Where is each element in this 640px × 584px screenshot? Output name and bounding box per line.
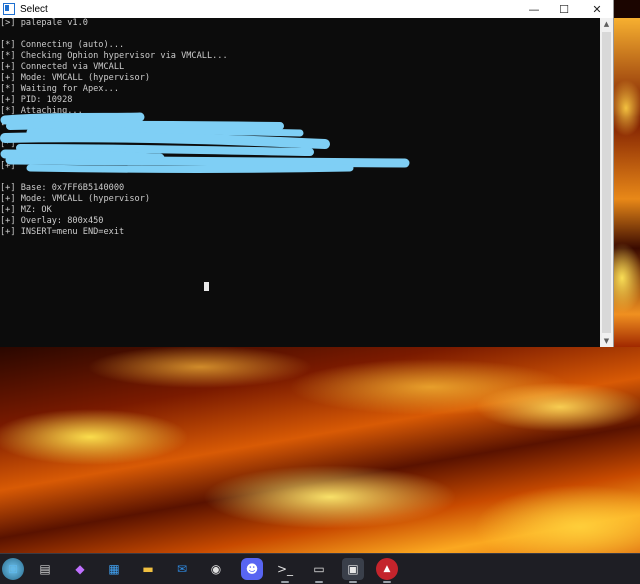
console-line: [*] Connecting (auto)...	[0, 40, 125, 50]
console-window[interactable]: Select — ☐ ✕ [>] palepale v1.0 [*] Connec…	[0, 0, 614, 347]
game-icon[interactable]: ▲	[376, 558, 398, 583]
text-cursor	[204, 282, 209, 291]
file-explorer-glyph: ▬	[142, 562, 154, 576]
file-explorer-icon[interactable]: ▬	[137, 558, 159, 580]
terminal-glyph: >_	[276, 562, 294, 576]
copilot-icon[interactable]: ◆	[69, 558, 91, 580]
console-line: [+] Connected via VMCALL	[0, 62, 125, 72]
console-app-icon	[3, 3, 15, 15]
console-line: [+] INSERT=menu END=exit	[0, 227, 125, 237]
console-line: [*] Checking Ophion hypervisor via VMCAL…	[0, 51, 228, 61]
app-window-glyph: ▣	[347, 562, 359, 576]
terminal-icon[interactable]: >_	[274, 558, 296, 583]
mail-glyph: ✉	[176, 562, 188, 576]
desktop-wallpaper-edge	[612, 18, 640, 347]
scrollbar-thumb[interactable]	[602, 32, 611, 333]
obs-icon[interactable]: ◉	[205, 558, 227, 580]
minimize-button[interactable]: —	[517, 0, 551, 18]
console-glyph: ▭	[313, 562, 325, 576]
console-line: [>] palepale v1.0	[0, 18, 88, 28]
console-line: [+] Mode: VMCALL (hypervisor)	[0, 194, 151, 204]
close-button[interactable]: ✕	[580, 0, 614, 18]
vertical-scrollbar[interactable]: ▲ ▼	[600, 18, 613, 347]
console-line: [+] Mode: VMCALL (hypervisor)	[0, 73, 151, 83]
store-glyph: ▦	[108, 562, 120, 576]
title-bar[interactable]: Select — ☐ ✕	[0, 0, 613, 18]
game-glyph: ▲	[383, 564, 391, 574]
start-glyph: ⊞	[7, 562, 19, 576]
obs-glyph: ◉	[210, 562, 222, 576]
console-line: [+] Base: 0x7FF6B5140000	[0, 183, 125, 193]
app-window-icon[interactable]: ▣	[342, 558, 364, 583]
desktop-wallpaper	[0, 347, 640, 553]
console-line: [+] MZ: OK	[0, 205, 52, 215]
copilot-glyph: ◆	[75, 562, 85, 576]
store-icon[interactable]: ▦	[103, 558, 125, 580]
scroll-up-arrow-icon[interactable]: ▲	[600, 18, 613, 30]
taskbar: ⊞ ▤ ◆ ▦ ▬ ✉ ◉ ☻ >_ ▭ ▣ ▲	[0, 553, 640, 584]
maximize-button[interactable]: ☐	[547, 0, 581, 18]
mail-icon[interactable]: ✉	[171, 558, 193, 580]
discord-glyph: ☻	[245, 562, 259, 576]
console-line: [+] PID: 10928	[0, 95, 73, 105]
console-output[interactable]: [>] palepale v1.0 [*] Connecting (auto)..…	[0, 18, 600, 347]
redaction-scribble	[0, 112, 410, 173]
start-icon[interactable]: ⊞	[2, 558, 24, 580]
window-title: Select	[20, 3, 48, 15]
scroll-down-arrow-icon[interactable]: ▼	[600, 335, 613, 347]
discord-icon[interactable]: ☻	[241, 558, 263, 580]
task-view-glyph: ▤	[39, 562, 51, 576]
task-view-icon[interactable]: ▤	[34, 558, 56, 580]
console-line: [+] Overlay: 800x450	[0, 216, 104, 226]
console-line: [*] Waiting for Apex...	[0, 84, 119, 94]
console-icon[interactable]: ▭	[308, 558, 330, 583]
